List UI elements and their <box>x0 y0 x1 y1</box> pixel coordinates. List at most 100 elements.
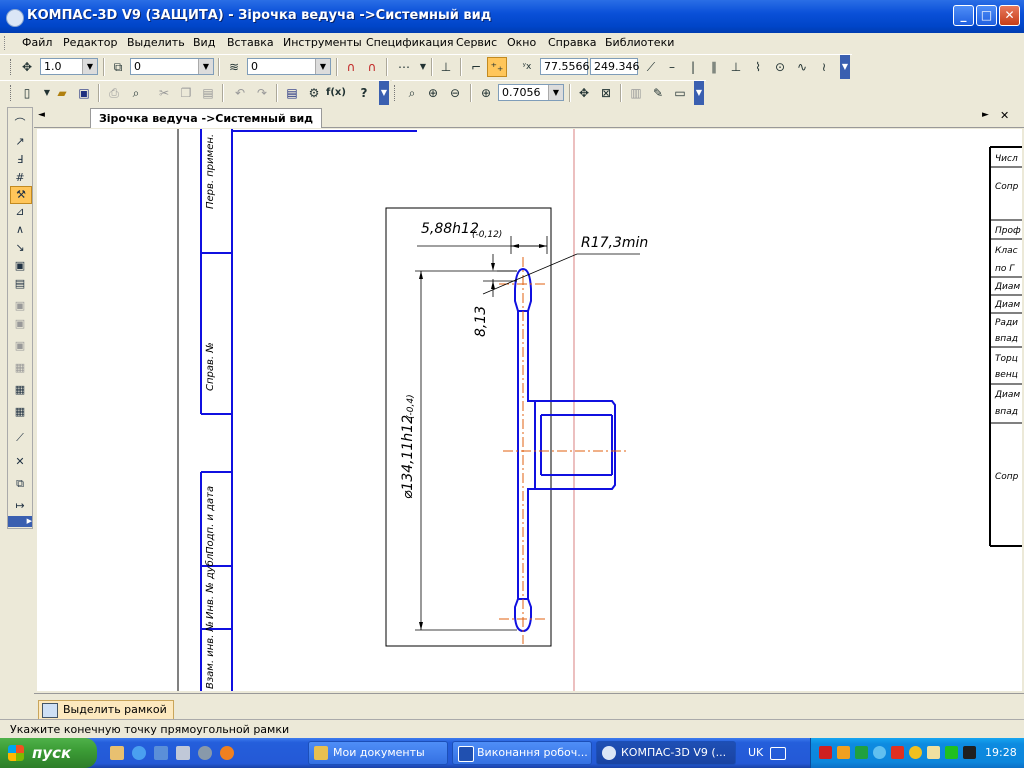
designations-icon[interactable]: Ⅎ <box>10 152 30 168</box>
specification-icon[interactable]: ▤ <box>10 276 30 292</box>
spline-icon[interactable]: ∿ <box>792 57 812 77</box>
new-document-icon[interactable]: ▯ <box>17 83 37 103</box>
edit-pencil-icon[interactable]: ✎ <box>648 83 668 103</box>
menu-help[interactable]: Справка <box>548 36 596 49</box>
layer-icon[interactable]: ⧉ <box>108 57 128 77</box>
print-preview-icon[interactable]: ⌕ <box>126 83 146 103</box>
quicklaunch-icon[interactable] <box>110 746 124 760</box>
zoom-scale-icon[interactable]: ⊕ <box>476 83 496 103</box>
tab-close-icon[interactable]: ✕ <box>1000 109 1009 122</box>
view-1-icon[interactable]: ▣ <box>10 298 30 314</box>
chevron-down-icon[interactable]: ▼ <box>315 59 330 74</box>
menu-grip[interactable] <box>4 36 8 50</box>
open-folder-icon[interactable]: ▰ <box>52 83 72 103</box>
task-kompas[interactable]: КОМПАС-3D V9 (... <box>596 741 736 765</box>
tab-scroll-left-icon[interactable]: ◄ <box>38 110 45 120</box>
tray-app-2-icon[interactable] <box>945 746 958 759</box>
menu-editor[interactable]: Редактор <box>63 36 118 49</box>
tab-scroll-right-icon[interactable]: ► <box>982 110 989 120</box>
zoom-out-icon[interactable]: ⊖ <box>445 83 465 103</box>
coord-y-field[interactable]: 249.346 <box>590 58 640 75</box>
parallel-icon[interactable]: ∥ <box>704 57 724 77</box>
chevron-down-icon[interactable]: ▼ <box>413 57 433 77</box>
show-all-icon[interactable]: ⊠ <box>596 83 616 103</box>
maximize-button[interactable]: □ <box>976 5 997 26</box>
select-icon[interactable]: ↘ <box>10 240 30 256</box>
start-button[interactable]: пуск <box>0 738 97 768</box>
toolbar-overflow-icon[interactable]: ▼ <box>379 81 389 105</box>
grid-table-icon[interactable]: # <box>10 170 30 186</box>
chevron-down-icon[interactable]: ▼ <box>198 59 213 74</box>
tray-app-icon[interactable] <box>837 746 850 759</box>
display-icon[interactable]: ▭ <box>670 83 690 103</box>
zoom-in-icon[interactable]: ⊕ <box>423 83 443 103</box>
view-select[interactable]: 0 ▼ <box>247 58 331 75</box>
print-icon[interactable]: ⎙ <box>104 83 124 103</box>
menu-tools[interactable]: Инструменты <box>283 36 362 49</box>
round-icon[interactable]: ⌐ <box>466 57 486 77</box>
firefox-icon[interactable] <box>220 746 234 760</box>
menu-window[interactable]: Окно <box>507 36 536 49</box>
tab-document[interactable]: Зірочка ведуча ->Системный вид <box>90 108 322 128</box>
network-icon[interactable] <box>855 746 868 759</box>
menu-view[interactable]: Вид <box>193 36 215 49</box>
drawing-canvas[interactable]: Перв. примен. Справ. № Подп. и дата Инв.… <box>37 129 1022 691</box>
menu-insert[interactable]: Вставка <box>227 36 274 49</box>
orthogonal-icon[interactable]: ⊥ <box>436 57 456 77</box>
task-word-document[interactable]: Виконання робоч... <box>452 741 592 765</box>
toolbar-grip[interactable] <box>10 59 14 75</box>
view-4-icon[interactable]: ▦ <box>10 360 30 376</box>
toolbar-grip[interactable] <box>394 85 398 101</box>
chevron-down-icon[interactable]: ▼ <box>548 85 563 100</box>
menu-specification[interactable]: Спецификация <box>366 36 453 49</box>
move-icon[interactable]: ↦ <box>10 498 30 514</box>
toolbar-grip[interactable] <box>10 85 14 101</box>
local-cs-icon[interactable]: ✥ <box>17 57 37 77</box>
kompas-app-icon[interactable] <box>6 9 24 27</box>
help-pointer-icon[interactable]: ? <box>354 83 374 103</box>
clock[interactable]: 19:28 <box>985 746 1017 759</box>
menu-file[interactable]: Файл <box>22 36 52 49</box>
line-style-select[interactable]: 1.0 ▼ <box>40 58 98 75</box>
layer-select[interactable]: 0 ▼ <box>130 58 214 75</box>
perpendicular-icon[interactable]: ⊥ <box>726 57 746 77</box>
dimensions-icon[interactable]: ↗ <box>10 134 30 150</box>
segment-icon[interactable]: – <box>662 57 682 77</box>
close-button[interactable]: ✕ <box>999 5 1020 26</box>
undo-icon[interactable]: ↶ <box>230 83 250 103</box>
messenger-icon[interactable] <box>909 746 922 759</box>
view-5-icon[interactable]: ▦ <box>10 382 30 398</box>
toolbar-overflow-icon[interactable]: ▶ <box>8 516 32 527</box>
chevron-down-icon[interactable]: ▼ <box>82 59 97 74</box>
menu-libraries[interactable]: Библиотеки <box>605 36 674 49</box>
trim-icon[interactable]: ⟋ <box>10 430 30 446</box>
manager-icon[interactable]: ▤ <box>282 83 302 103</box>
paste-icon[interactable]: ▤ <box>198 83 218 103</box>
tray-app-3-icon[interactable] <box>963 746 976 759</box>
line-icon[interactable]: ⟋ <box>641 57 661 77</box>
keyboard-icon[interactable] <box>770 747 786 760</box>
copy-objects-icon[interactable]: ⧉ <box>10 476 30 492</box>
view-6-icon[interactable]: ▦ <box>10 404 30 420</box>
copy-icon[interactable]: ❐ <box>176 83 196 103</box>
cut-icon[interactable]: ✂ <box>154 83 174 103</box>
coordinates-icon[interactable]: ⁺₊ <box>487 57 507 77</box>
properties-icon[interactable]: ⚙ <box>304 83 324 103</box>
variables-fx-button[interactable]: f(x) <box>326 83 346 103</box>
redo-icon[interactable]: ↷ <box>252 83 272 103</box>
view-layers-icon[interactable]: ≋ <box>224 57 244 77</box>
parametrization-icon[interactable]: ⊿ <box>10 204 30 220</box>
edit-hammer-icon[interactable]: ⚒ <box>10 186 32 204</box>
snap-magnet-icon[interactable]: ∩ <box>341 57 361 77</box>
player-icon[interactable] <box>198 746 212 760</box>
tangent-icon[interactable]: ⌇ <box>748 57 768 77</box>
language-indicator[interactable]: UK <box>748 746 763 759</box>
toolbar-overflow-icon[interactable]: ▼ <box>694 81 704 105</box>
update-icon[interactable] <box>873 746 886 759</box>
view-2-icon[interactable]: ▣ <box>10 316 30 332</box>
menu-service[interactable]: Сервис <box>456 36 497 49</box>
associative-views-icon[interactable]: ▣ <box>10 258 30 274</box>
security-icon[interactable] <box>891 746 904 759</box>
circle-center-icon[interactable]: ⊙ <box>770 57 790 77</box>
minimize-button[interactable]: _ <box>953 5 974 26</box>
